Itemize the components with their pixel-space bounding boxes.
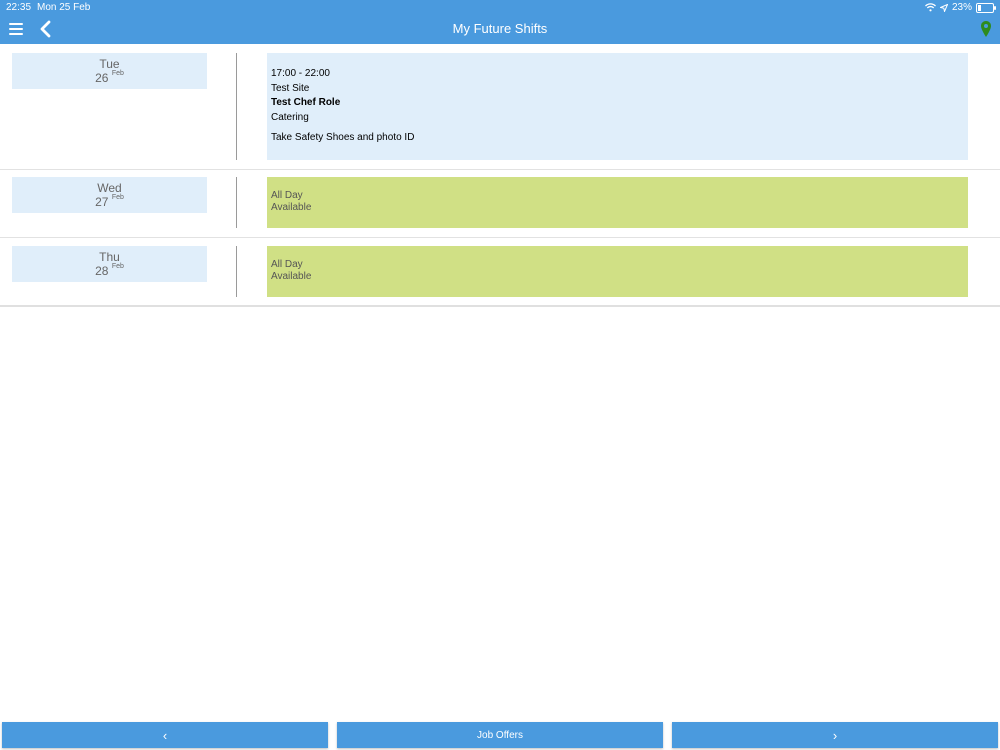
availability-card[interactable]: All Day Available bbox=[267, 177, 968, 228]
next-button[interactable]: › bbox=[672, 722, 998, 748]
availability-status: Available bbox=[271, 270, 312, 282]
shift-site: Test Site bbox=[271, 82, 310, 94]
status-time: 22:35 bbox=[6, 2, 32, 13]
location-arrow-icon bbox=[939, 3, 948, 12]
shift-time: 17:00 - 22:00 bbox=[271, 68, 330, 79]
status-indicators: 23% bbox=[925, 2, 996, 13]
availability-row: Wed 27 Feb All Day Available bbox=[0, 170, 1000, 238]
nav-bar: My Future Shifts bbox=[0, 14, 1000, 44]
day-name: Wed bbox=[97, 181, 122, 195]
availability-row: Thu 28 Feb All Day Available bbox=[0, 238, 1000, 307]
wifi-icon bbox=[925, 3, 936, 12]
availability-period: All Day bbox=[271, 190, 303, 201]
status-date: Mon 25 Feb bbox=[37, 2, 91, 13]
location-pin-icon[interactable] bbox=[980, 20, 992, 38]
day-label: Wed 27 Feb bbox=[12, 177, 207, 213]
page-title: My Future Shifts bbox=[452, 21, 548, 36]
status-bar: 22:35 Mon 25 Feb 23% bbox=[0, 0, 1000, 14]
availability-period: All Day bbox=[271, 259, 303, 270]
availability-status: Available bbox=[271, 201, 312, 213]
shift-role: Test Chef Role bbox=[271, 97, 341, 108]
row-divider bbox=[236, 53, 237, 160]
row-divider bbox=[236, 246, 237, 297]
availability-card[interactable]: All Day Available bbox=[267, 246, 968, 297]
day-date: 26 Feb bbox=[12, 70, 207, 85]
day-date: 27 Feb bbox=[12, 194, 207, 209]
day-label: Thu 28 Feb bbox=[12, 246, 207, 282]
app-header: 22:35 Mon 25 Feb 23% My Future Shifts bbox=[0, 0, 1000, 44]
battery-icon bbox=[976, 2, 996, 13]
job-offers-button[interactable]: Job Offers bbox=[337, 722, 663, 748]
shift-department: Catering bbox=[271, 111, 309, 123]
battery-percent: 23% bbox=[951, 2, 972, 13]
previous-button[interactable]: ‹ bbox=[2, 722, 328, 748]
day-month: Feb bbox=[111, 70, 124, 77]
day-number: 27 bbox=[95, 195, 109, 209]
battery-level bbox=[978, 4, 982, 11]
shift-row: Tue 26 Feb 17:00 - 22:00 Test Site Test … bbox=[0, 44, 1000, 170]
day-name: Tue bbox=[99, 57, 120, 71]
day-date: 28 Feb bbox=[12, 263, 207, 278]
shift-card[interactable]: 17:00 - 22:00 Test Site Test Chef Role C… bbox=[267, 53, 968, 160]
day-label: Tue 26 Feb bbox=[12, 53, 207, 89]
day-number: 26 bbox=[95, 71, 109, 85]
shift-note: Take Safety Shoes and photo ID bbox=[271, 132, 415, 143]
day-name: Thu bbox=[99, 250, 120, 264]
row-divider bbox=[236, 177, 237, 228]
day-month: Feb bbox=[111, 263, 124, 270]
day-number: 28 bbox=[95, 264, 109, 278]
day-month: Feb bbox=[111, 194, 124, 201]
